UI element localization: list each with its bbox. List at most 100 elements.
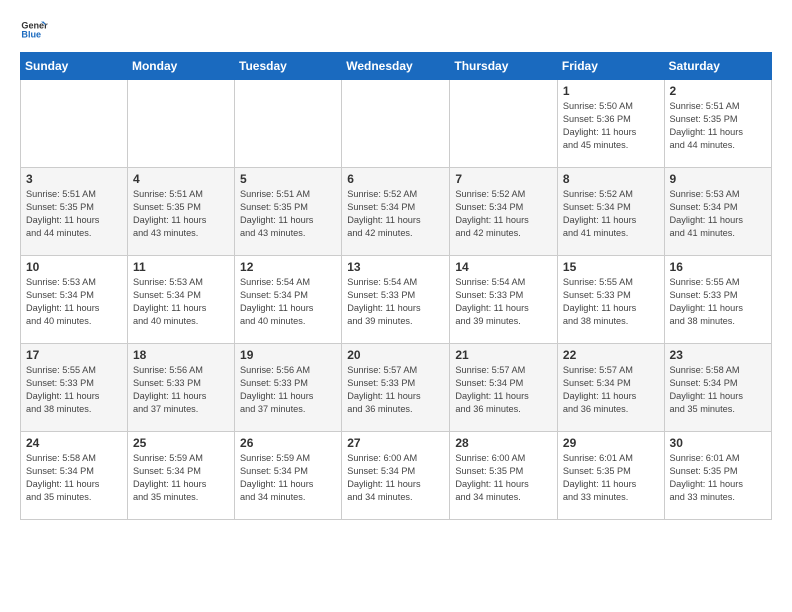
day-info: Sunrise: 5:53 AM Sunset: 5:34 PM Dayligh…: [670, 188, 766, 240]
day-number: 29: [563, 436, 659, 450]
day-number: 27: [347, 436, 444, 450]
day-info: Sunrise: 5:58 AM Sunset: 5:34 PM Dayligh…: [26, 452, 122, 504]
day-info: Sunrise: 5:53 AM Sunset: 5:34 PM Dayligh…: [133, 276, 229, 328]
calendar-cell: [235, 80, 342, 168]
calendar-cell: 10Sunrise: 5:53 AM Sunset: 5:34 PM Dayli…: [21, 256, 128, 344]
day-number: 3: [26, 172, 122, 186]
calendar-cell: 8 Sunrise: 5:52 AM Sunset: 5:34 PM Daylig…: [557, 168, 664, 256]
day-info: Sunrise: 5:53 AM Sunset: 5:34 PM Dayligh…: [26, 276, 122, 328]
calendar-cell: [127, 80, 234, 168]
day-number: 17: [26, 348, 122, 362]
day-number: 19: [240, 348, 336, 362]
day-info: Sunrise: 5:57 AM Sunset: 5:34 PM Dayligh…: [455, 364, 552, 416]
calendar-cell: 15Sunrise: 5:55 AM Sunset: 5:33 PM Dayli…: [557, 256, 664, 344]
day-number: 13: [347, 260, 444, 274]
calendar-cell: 23 Sunrise: 5:58 AM Sunset: 5:34 PM Dayli…: [664, 344, 771, 432]
day-number: 14: [455, 260, 552, 274]
calendar-cell: 13 Sunrise: 5:54 AM Sunset: 5:33 PM Dayli…: [342, 256, 450, 344]
calendar-cell: 1 Sunrise: 5:50 AM Sunset: 5:36 PM Daylig…: [557, 80, 664, 168]
day-info: Sunrise: 5:54 AM Sunset: 5:33 PM Dayligh…: [455, 276, 552, 328]
calendar-cell: [342, 80, 450, 168]
calendar-cell: 11Sunrise: 5:53 AM Sunset: 5:34 PM Dayli…: [127, 256, 234, 344]
calendar-week-row: 24 Sunrise: 5:58 AM Sunset: 5:34 PM Dayli…: [21, 432, 772, 520]
calendar-table: SundayMondayTuesdayWednesdayThursdayFrid…: [20, 52, 772, 520]
day-info: Sunrise: 6:00 AM Sunset: 5:35 PM Dayligh…: [455, 452, 552, 504]
day-number: 7: [455, 172, 552, 186]
day-number: 1: [563, 84, 659, 98]
day-info: Sunrise: 5:54 AM Sunset: 5:34 PM Dayligh…: [240, 276, 336, 328]
header: General Blue: [20, 16, 772, 44]
calendar-cell: 17 Sunrise: 5:55 AM Sunset: 5:33 PM Dayli…: [21, 344, 128, 432]
day-number: 4: [133, 172, 229, 186]
calendar-cell: 25 Sunrise: 5:59 AM Sunset: 5:34 PM Dayli…: [127, 432, 234, 520]
day-info: Sunrise: 5:54 AM Sunset: 5:33 PM Dayligh…: [347, 276, 444, 328]
day-header-friday: Friday: [557, 53, 664, 80]
logo-icon: General Blue: [20, 16, 48, 44]
calendar-cell: 14 Sunrise: 5:54 AM Sunset: 5:33 PM Dayli…: [450, 256, 558, 344]
calendar-cell: 7 Sunrise: 5:52 AM Sunset: 5:34 PM Daylig…: [450, 168, 558, 256]
calendar-cell: 4Sunrise: 5:51 AM Sunset: 5:35 PM Daylig…: [127, 168, 234, 256]
day-info: Sunrise: 5:57 AM Sunset: 5:34 PM Dayligh…: [563, 364, 659, 416]
day-header-tuesday: Tuesday: [235, 53, 342, 80]
calendar-cell: 30 Sunrise: 6:01 AM Sunset: 5:35 PM Dayli…: [664, 432, 771, 520]
calendar-week-row: 1 Sunrise: 5:50 AM Sunset: 5:36 PM Daylig…: [21, 80, 772, 168]
day-number: 9: [670, 172, 766, 186]
day-info: Sunrise: 5:51 AM Sunset: 5:35 PM Dayligh…: [670, 100, 766, 152]
calendar-week-row: 10Sunrise: 5:53 AM Sunset: 5:34 PM Dayli…: [21, 256, 772, 344]
day-number: 8: [563, 172, 659, 186]
day-info: Sunrise: 5:51 AM Sunset: 5:35 PM Dayligh…: [26, 188, 122, 240]
day-info: Sunrise: 5:52 AM Sunset: 5:34 PM Dayligh…: [563, 188, 659, 240]
day-info: Sunrise: 5:55 AM Sunset: 5:33 PM Dayligh…: [670, 276, 766, 328]
calendar-cell: 28 Sunrise: 6:00 AM Sunset: 5:35 PM Dayli…: [450, 432, 558, 520]
day-number: 24: [26, 436, 122, 450]
calendar-cell: 2 Sunrise: 5:51 AM Sunset: 5:35 PM Daylig…: [664, 80, 771, 168]
day-info: Sunrise: 5:52 AM Sunset: 5:34 PM Dayligh…: [347, 188, 444, 240]
day-number: 23: [670, 348, 766, 362]
svg-text:Blue: Blue: [21, 30, 41, 40]
day-info: Sunrise: 5:52 AM Sunset: 5:34 PM Dayligh…: [455, 188, 552, 240]
calendar-cell: 12 Sunrise: 5:54 AM Sunset: 5:34 PM Dayli…: [235, 256, 342, 344]
day-number: 12: [240, 260, 336, 274]
day-number: 25: [133, 436, 229, 450]
day-number: 2: [670, 84, 766, 98]
day-info: Sunrise: 5:50 AM Sunset: 5:36 PM Dayligh…: [563, 100, 659, 152]
day-info: Sunrise: 5:56 AM Sunset: 5:33 PM Dayligh…: [133, 364, 229, 416]
day-info: Sunrise: 6:01 AM Sunset: 5:35 PM Dayligh…: [670, 452, 766, 504]
day-number: 21: [455, 348, 552, 362]
calendar-cell: 6 Sunrise: 5:52 AM Sunset: 5:34 PM Daylig…: [342, 168, 450, 256]
day-info: Sunrise: 5:58 AM Sunset: 5:34 PM Dayligh…: [670, 364, 766, 416]
day-number: 6: [347, 172, 444, 186]
calendar-cell: 16 Sunrise: 5:55 AM Sunset: 5:33 PM Dayli…: [664, 256, 771, 344]
day-number: 5: [240, 172, 336, 186]
day-header-saturday: Saturday: [664, 53, 771, 80]
day-info: Sunrise: 5:55 AM Sunset: 5:33 PM Dayligh…: [26, 364, 122, 416]
day-info: Sunrise: 6:01 AM Sunset: 5:35 PM Dayligh…: [563, 452, 659, 504]
day-number: 16: [670, 260, 766, 274]
day-header-thursday: Thursday: [450, 53, 558, 80]
calendar-cell: 3 Sunrise: 5:51 AM Sunset: 5:35 PM Daylig…: [21, 168, 128, 256]
calendar-cell: 21 Sunrise: 5:57 AM Sunset: 5:34 PM Dayli…: [450, 344, 558, 432]
day-info: Sunrise: 5:51 AM Sunset: 5:35 PM Dayligh…: [240, 188, 336, 240]
calendar-cell: 19 Sunrise: 5:56 AM Sunset: 5:33 PM Dayli…: [235, 344, 342, 432]
day-info: Sunrise: 5:59 AM Sunset: 5:34 PM Dayligh…: [133, 452, 229, 504]
calendar-cell: 20Sunrise: 5:57 AM Sunset: 5:33 PM Dayli…: [342, 344, 450, 432]
day-info: Sunrise: 5:57 AM Sunset: 5:33 PM Dayligh…: [347, 364, 444, 416]
calendar-cell: 27Sunrise: 6:00 AM Sunset: 5:34 PM Dayli…: [342, 432, 450, 520]
calendar-cell: 18Sunrise: 5:56 AM Sunset: 5:33 PM Dayli…: [127, 344, 234, 432]
calendar-week-row: 17 Sunrise: 5:55 AM Sunset: 5:33 PM Dayli…: [21, 344, 772, 432]
day-info: Sunrise: 5:56 AM Sunset: 5:33 PM Dayligh…: [240, 364, 336, 416]
calendar-cell: 5 Sunrise: 5:51 AM Sunset: 5:35 PM Daylig…: [235, 168, 342, 256]
day-number: 28: [455, 436, 552, 450]
day-number: 15: [563, 260, 659, 274]
day-info: Sunrise: 5:59 AM Sunset: 5:34 PM Dayligh…: [240, 452, 336, 504]
calendar-cell: 9 Sunrise: 5:53 AM Sunset: 5:34 PM Daylig…: [664, 168, 771, 256]
day-header-wednesday: Wednesday: [342, 53, 450, 80]
logo: General Blue: [20, 16, 48, 44]
calendar-cell: 24 Sunrise: 5:58 AM Sunset: 5:34 PM Dayli…: [21, 432, 128, 520]
day-number: 22: [563, 348, 659, 362]
calendar-header-row: SundayMondayTuesdayWednesdayThursdayFrid…: [21, 53, 772, 80]
page: General Blue SundayMondayTuesdayWednesda…: [0, 0, 792, 536]
day-header-sunday: Sunday: [21, 53, 128, 80]
calendar-cell: 22 Sunrise: 5:57 AM Sunset: 5:34 PM Dayli…: [557, 344, 664, 432]
day-number: 30: [670, 436, 766, 450]
